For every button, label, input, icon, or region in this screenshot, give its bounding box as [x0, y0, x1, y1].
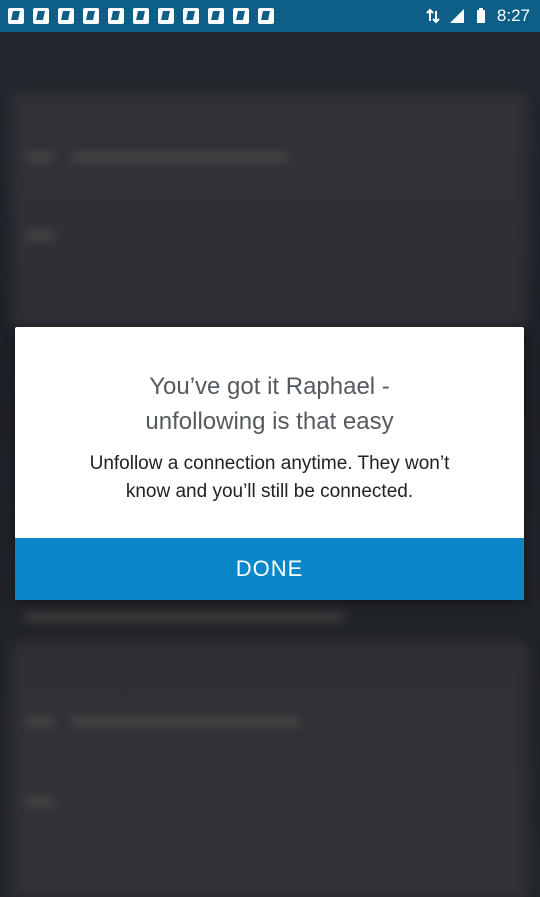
linkedin-icon	[233, 8, 249, 24]
signal-icon	[449, 9, 464, 23]
dialog-message: Unfollow a connection anytime. They won’…	[15, 450, 524, 506]
background-text	[25, 797, 55, 807]
dialog-title: You’ve got it Raphael - unfollowing is t…	[15, 369, 524, 439]
done-button[interactable]: DONE	[15, 538, 524, 600]
linkedin-icon	[8, 8, 24, 24]
linkedin-icon	[258, 8, 274, 24]
battery-icon	[476, 8, 485, 23]
linkedin-icon	[108, 8, 124, 24]
linkedin-icon	[58, 8, 74, 24]
unfollow-confirmation-dialog: You’ve got it Raphael - unfollowing is t…	[15, 327, 524, 600]
linkedin-icon	[183, 8, 199, 24]
background-text	[70, 152, 290, 162]
notification-icons	[0, 8, 274, 24]
dialog-message-line-1: Unfollow a connection anytime. They won’…	[89, 453, 450, 474]
background-panel	[12, 642, 527, 897]
background-text	[70, 717, 300, 727]
background-text	[25, 717, 55, 727]
linkedin-icon	[133, 8, 149, 24]
linkedin-icon	[33, 8, 49, 24]
linkedin-icon	[83, 8, 99, 24]
status-time: 8:27	[496, 6, 530, 25]
background-text	[25, 230, 55, 240]
linkedin-icon	[158, 8, 174, 24]
background-panel	[12, 92, 527, 327]
dialog-title-line-1: You’ve got it Raphael -	[149, 373, 390, 400]
status-bar: 8:27	[0, 0, 540, 32]
dialog-title-line-2: unfollowing is that easy	[145, 408, 394, 435]
dialog-message-line-2: know and you’ll still be connected.	[125, 481, 414, 502]
data-arrows-icon	[426, 8, 440, 24]
linkedin-icon	[208, 8, 224, 24]
background-text	[25, 612, 345, 622]
background-text	[25, 152, 55, 162]
